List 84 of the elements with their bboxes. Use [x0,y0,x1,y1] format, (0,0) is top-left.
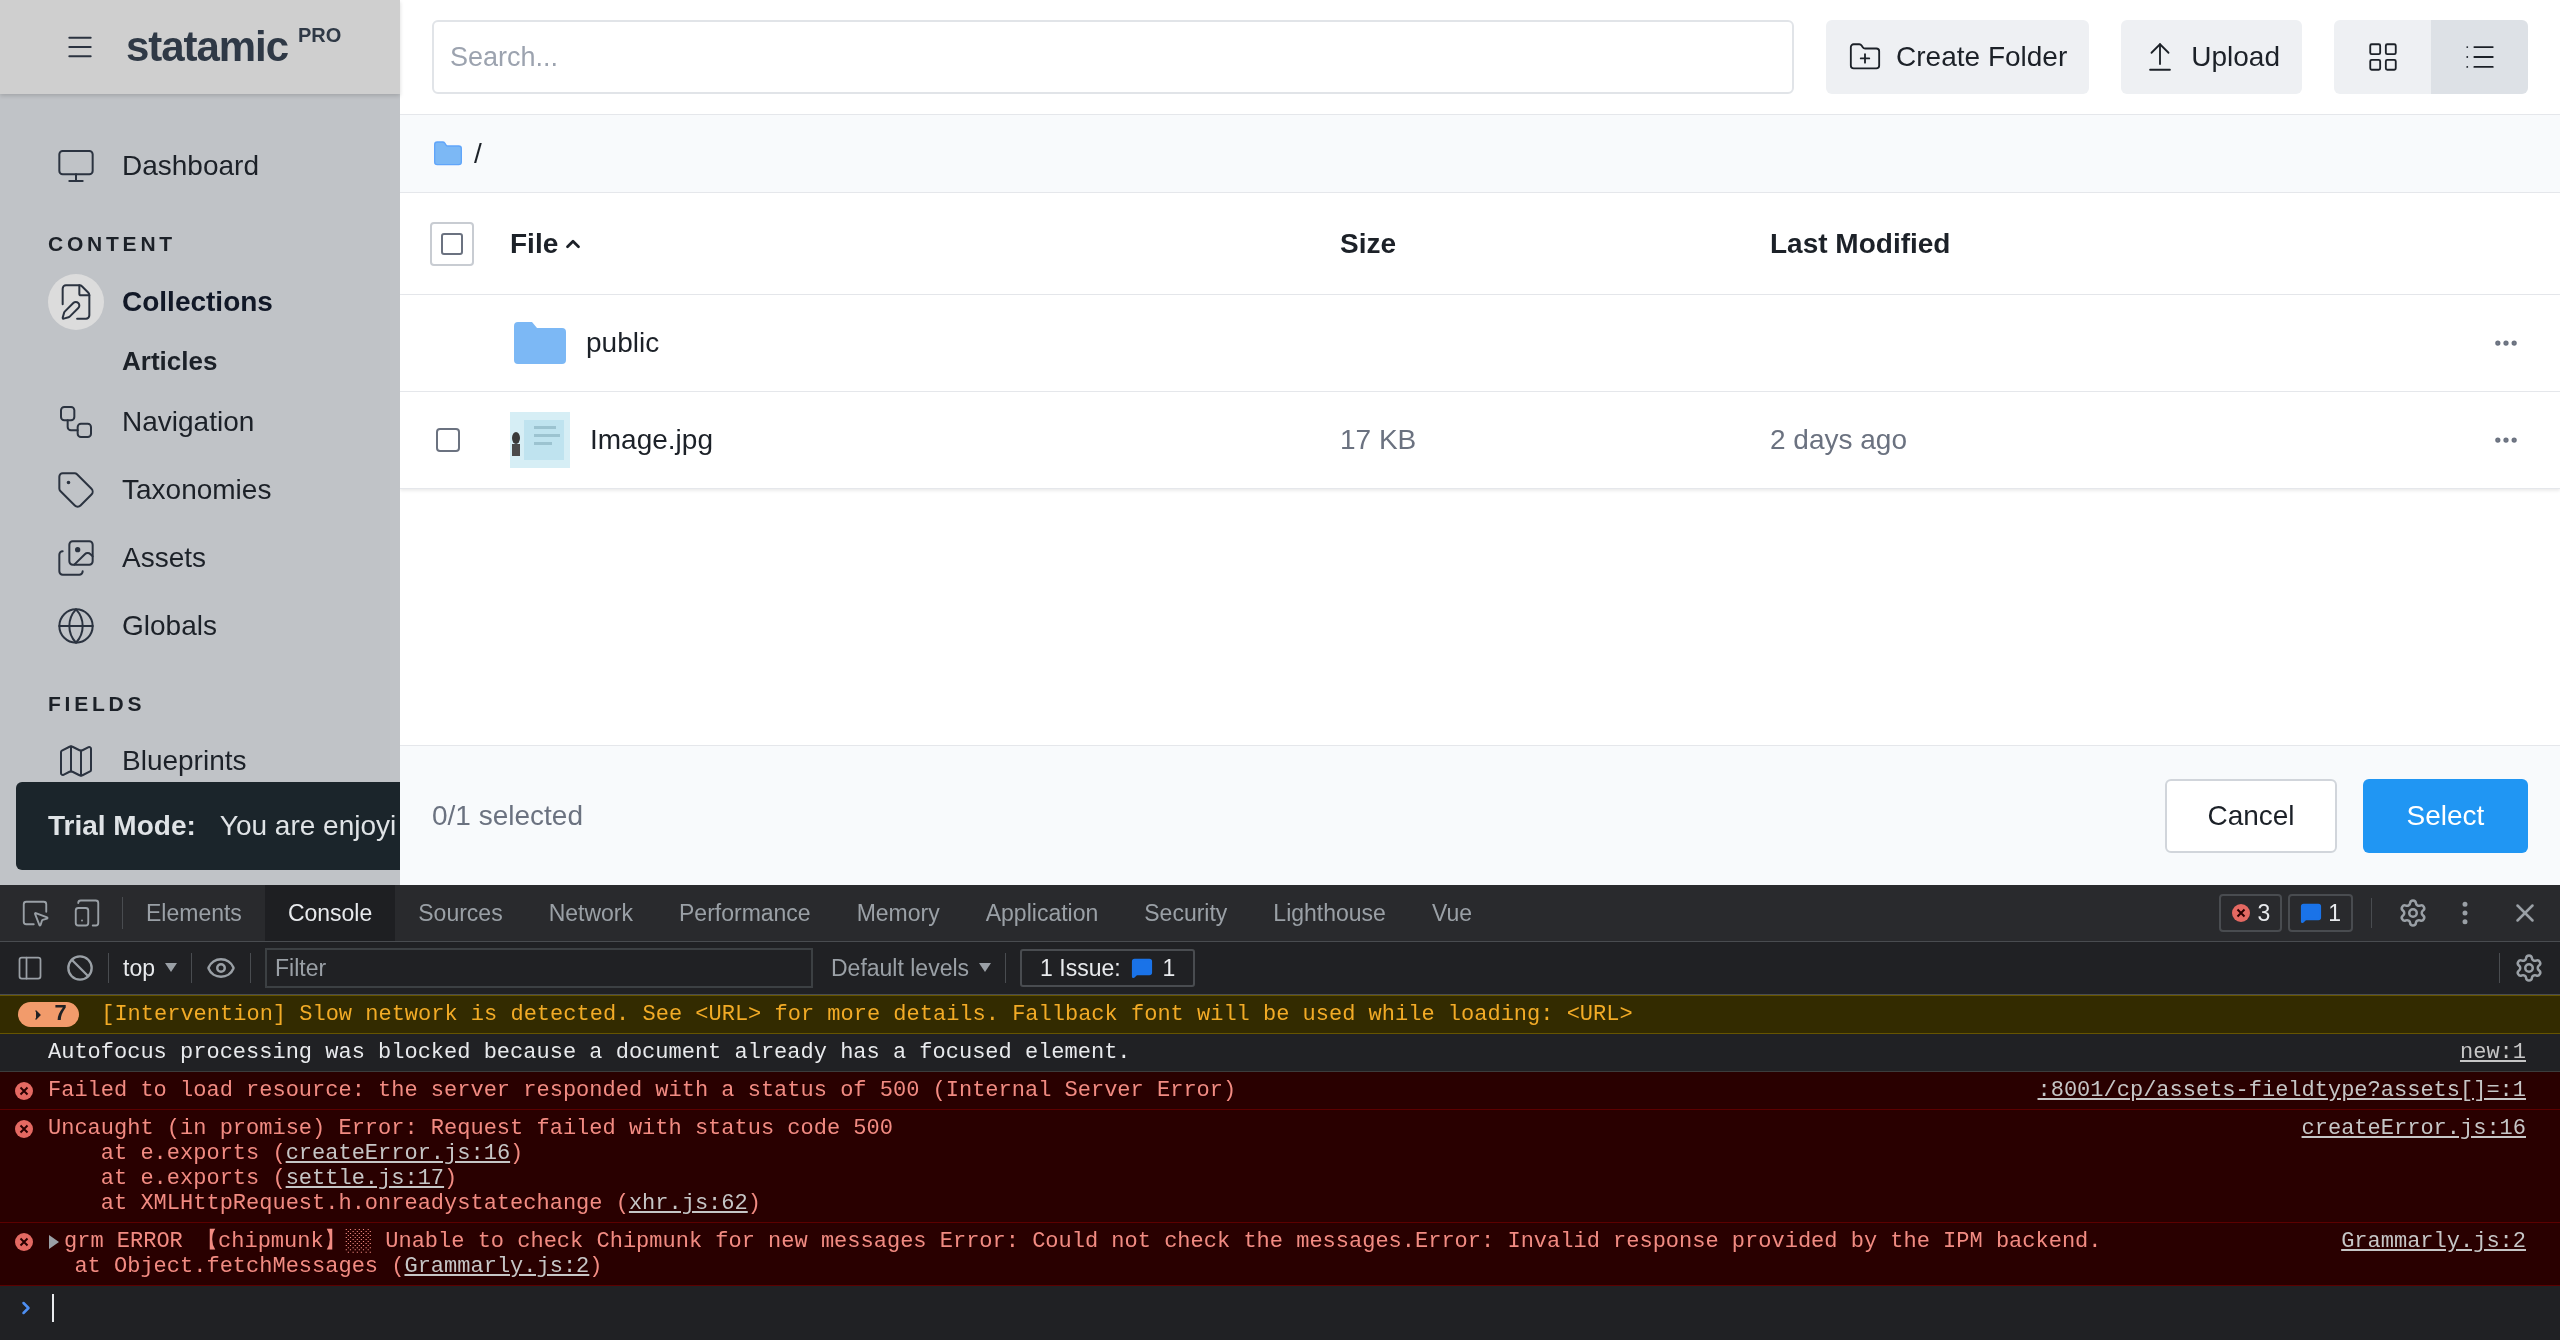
error-icon [14,1081,34,1101]
sidebar-subitem[interactable]: Articles [122,335,400,388]
column-header[interactable]: Last Modified [1770,222,1951,265]
images-icon [56,537,96,578]
stack-trace-line: at XMLHttpRequest.h.onreadystatechange (xhr.js:62) [99,1191,762,1216]
devtools-tab[interactable]: Vue [1408,885,1495,941]
devtools-tab[interactable]: Lighthouse [1250,885,1409,941]
row-checkbox[interactable] [436,428,460,452]
source-link[interactable]: createError.js:16 [2301,1116,2526,1141]
folder-icon [514,322,566,364]
logo[interactable]: statamic [126,26,289,68]
sidebar-item[interactable]: Blueprints [48,727,400,795]
console-message: grm ERROR 【chipmunk】░░ Unable to check Chipmunk for new messages Error: Could not check the messages.Error: Invalid response provided by the IPM backend. [64,1229,2103,1254]
tag-icon [56,469,96,510]
view-toggle[interactable] [2334,20,2431,94]
devtools-tab[interactable]: Network [525,885,656,941]
cancel-button[interactable]: Cancel [2165,778,2337,853]
column-header[interactable]: Size [1340,222,1397,265]
source-link[interactable]: :8001/cp/assets-fieldtype?assets[]=:1 [2037,1078,2526,1103]
message-count-badge[interactable]: 1 [2288,894,2353,932]
section-heading: CONTENT [48,231,177,257]
message-icon [2300,902,2323,924]
sidebar-item[interactable]: Taxonomies [48,455,400,524]
caret-icon [979,963,992,973]
message-icon [1130,957,1153,979]
devtools-tab[interactable]: Elements [123,885,265,941]
console-message: Failed to load resource: the server responded with a status of 500 (Internal Server Error) [48,1078,1238,1103]
breadcrumb-path[interactable]: / [474,132,482,175]
plan-label: PRO [298,23,342,48]
sidebar-item[interactable]: Dashboard [48,132,400,200]
filter-field[interactable]: Filter [265,948,813,988]
last-modified: 2 days ago [1770,424,1907,455]
select-all-checkbox[interactable] [430,221,474,266]
console-message: [Intervention] Slow network is detected. See <URL> for more details. Fallback font will be used while loading: <URL> [101,1002,1634,1027]
file-name[interactable]: Image.jpg [590,419,713,461]
devtools-tab[interactable]: Application [962,885,1122,941]
source-link[interactable]: Grammarly.js:2 [2341,1229,2526,1254]
sidebar-item[interactable]: Globals [48,591,400,660]
file-size: 17 KB [1340,424,1417,455]
stack-trace-line: at e.exports (createError.js:16) [99,1141,525,1166]
clear-console-icon[interactable] [66,954,94,982]
stack-link[interactable]: Grammarly.js:2 [404,1254,590,1279]
section-heading: FIELDS [48,690,147,717]
error-icon [14,1232,34,1252]
sidebar-item[interactable]: Assets [48,523,400,592]
column-header[interactable]: File [510,222,585,265]
source-link[interactable]: new:1 [2460,1040,2526,1065]
toast-message: You are enjoyi [219,809,397,843]
sidebar-item[interactable]: Collections [48,267,400,336]
sidebar-item[interactable]: Navigation [48,387,400,456]
view-toggle[interactable] [2431,20,2528,94]
issues-button[interactable]: 1 Issue: 1 [1020,949,1196,987]
expand-icon[interactable] [48,1235,60,1249]
context-dropdown[interactable]: top [123,950,177,986]
toast-title: Trial Mode: [48,809,196,843]
file-name[interactable]: public [586,322,660,364]
settings-icon[interactable] [2514,953,2544,983]
levels-dropdown[interactable]: Default levels [831,950,992,986]
search-field[interactable]: Search... [432,20,1795,94]
error-icon [2231,903,2252,923]
inspect-icon[interactable] [20,898,50,928]
create-folder-button[interactable]: Create Folder [1826,20,2090,94]
error-count-badge[interactable]: 3 [2219,894,2283,932]
stack-link[interactable]: createError.js:16 [285,1141,511,1166]
console-message: Uncaught (in promise) Error: Request failed with status code 500 [48,1116,894,1141]
sidebar-toggle-icon[interactable] [16,954,44,982]
stack-trace-line: at e.exports (settle.js:17) [99,1166,459,1191]
caret-icon [165,963,177,973]
devtools-tab[interactable]: Memory [833,885,963,941]
stack-link[interactable]: settle.js:17 [285,1166,445,1191]
device-toggle-icon[interactable] [72,898,102,928]
devtools-tab[interactable]: Security [1121,885,1251,941]
devtools-tab[interactable]: Console [264,885,396,941]
devtools-tab[interactable]: Sources [395,885,526,941]
settings-icon[interactable] [2398,898,2428,928]
error-icon [14,1119,34,1139]
globe-icon [56,605,96,646]
console-message: Autofocus processing was blocked because a document already has a focused element. [48,1040,1132,1065]
selection-count: 0/1 selected [432,798,584,833]
stack-trace-line: at Object.fetchMessages (Grammarly.js:2) [73,1254,604,1279]
upload-button[interactable]: Upload [2121,20,2302,94]
devtools-tab[interactable]: Performance [656,885,834,941]
repeat-count-badge[interactable]: 7 [18,1002,80,1027]
stack-link[interactable]: xhr.js:62 [628,1191,748,1216]
